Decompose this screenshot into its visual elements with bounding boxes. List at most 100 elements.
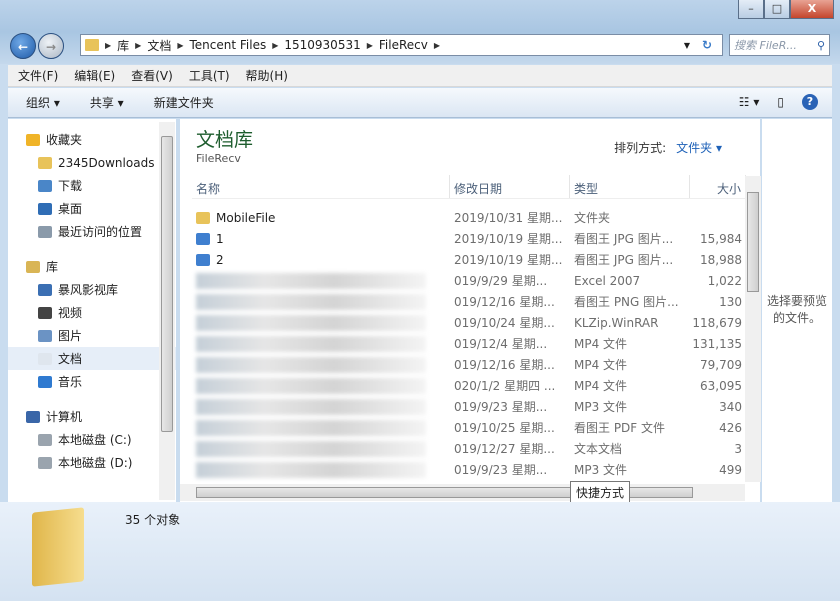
back-button[interactable]: ←	[10, 33, 36, 59]
file-date: 019/12/16 星期...	[454, 358, 555, 372]
sidebar-item[interactable]: 文档	[8, 347, 176, 370]
menu-0[interactable]: 文件(F)	[18, 67, 58, 84]
preview-pane-icon[interactable]: ▯	[777, 95, 784, 109]
file-name-cell	[192, 398, 450, 415]
column-size[interactable]: 大小	[690, 175, 746, 198]
navigation-scrollbar[interactable]	[159, 122, 175, 500]
maximize-button[interactable]: □	[764, 0, 790, 19]
breadcrumb-item[interactable]: FileRecv	[379, 38, 428, 52]
table-row[interactable]: 019/12/16 星期... 看图王 PNG 图片... 130	[192, 291, 746, 312]
menu-1[interactable]: 编辑(E)	[74, 67, 115, 84]
file-list-horizontal-scrollbar[interactable]	[180, 484, 745, 501]
table-row[interactable]: MobileFile 2019/10/31 星期... 文件夹	[192, 207, 746, 228]
menu-4[interactable]: 帮助(H)	[246, 67, 288, 84]
file-type: 看图王 JPG 图片...	[574, 232, 674, 246]
table-row[interactable]: 019/12/16 星期... MP4 文件 79,709	[192, 354, 746, 375]
forward-button[interactable]: →	[38, 33, 64, 59]
table-row[interactable]: 019/12/4 星期... MP4 文件 131,135	[192, 333, 746, 354]
file-name-cell: MobileFile	[192, 211, 450, 225]
search-icon[interactable]: ⚲	[817, 39, 825, 52]
file-date: 019/9/23 星期...	[454, 400, 548, 414]
breadcrumb-separator-icon[interactable]: ▶	[367, 41, 373, 50]
sidebar-item[interactable]: 桌面	[8, 197, 176, 220]
breadcrumb-separator-icon[interactable]: ▶	[105, 41, 111, 50]
column-type[interactable]: 类型	[570, 175, 690, 198]
file-list-pane: 文档库 FileRecv 排列方式: 文件夹 ▾ 名称 修改日期 类型 大小 Mo…	[180, 119, 760, 502]
sidebar-item[interactable]: 本地磁盘 (C:)	[8, 428, 176, 451]
breadcrumb-item[interactable]: 文档	[147, 37, 171, 54]
sidebar-item[interactable]: 2345Downloads	[8, 151, 176, 174]
breadcrumb-separator-icon[interactable]: ▶	[272, 41, 278, 50]
organize-button[interactable]: 组织 ▾	[26, 94, 60, 111]
desktop-icon	[38, 202, 52, 215]
sidebar-item[interactable]: 暴风影视库	[8, 278, 176, 301]
sidebar-item-label: 下载	[58, 179, 83, 193]
breadcrumb-item[interactable]: Tencent Files	[190, 38, 267, 52]
file-date: 019/12/16 星期...	[454, 295, 555, 309]
help-icon[interactable]: ?	[802, 94, 818, 110]
jpg-icon	[196, 253, 210, 266]
sidebar-item-label: 本地磁盘 (C:)	[58, 433, 132, 447]
file-type: 看图王 PDF 文件	[574, 421, 666, 435]
sidebar-item[interactable]: 下载	[8, 174, 176, 197]
item-count: 35 个对象	[125, 513, 181, 527]
table-row[interactable]: 019/10/24 星期... KLZip.WinRAR 118,679	[192, 312, 746, 333]
file-type: 文本文档	[574, 442, 623, 456]
menu-3[interactable]: 工具(T)	[189, 67, 230, 84]
redacted-name	[196, 419, 426, 436]
refresh-icon[interactable]: ↻	[702, 38, 712, 52]
address-bar[interactable]: ▶ 库 ▶ 文档 ▶ Tencent Files ▶ 1510930531 ▶ FileRecv ▶…	[80, 34, 723, 56]
table-row[interactable]: 020/1/2 星期四 ... MP4 文件 63,095	[192, 375, 746, 396]
file-type: MP4 文件	[574, 358, 628, 372]
search-input[interactable]: 搜索 FileR... ⚲	[729, 34, 830, 56]
file-type: 文件夹	[574, 211, 611, 225]
sidebar-item[interactable]: 视频	[8, 301, 176, 324]
breadcrumb-separator-icon[interactable]: ▶	[135, 41, 141, 50]
close-button[interactable]: X	[790, 0, 834, 19]
minimize-button[interactable]: –	[738, 0, 764, 19]
column-name[interactable]: 名称	[192, 175, 450, 198]
table-row[interactable]: 019/10/25 星期... 看图王 PDF 文件 426	[192, 417, 746, 438]
menu-2[interactable]: 查看(V)	[131, 67, 173, 84]
file-type: MP3 文件	[574, 463, 628, 477]
sidebar-item-label: 2345Downloads	[58, 155, 155, 170]
command-bar: 组织 ▾ 共享 ▾ 新建文件夹 ☷ ▾ ▯ ?	[8, 88, 832, 118]
sidebar-item[interactable]: 音乐	[8, 370, 176, 393]
breadcrumb-separator-icon[interactable]: ▶	[177, 41, 183, 50]
sidebar-item-label: 最近访问的位置	[58, 225, 143, 239]
table-row[interactable]: 019/9/23 星期... MP3 文件 499	[192, 459, 746, 480]
table-row[interactable]: 2 2019/10/19 星期... 看图王 JPG 图片... 18,988	[192, 249, 746, 270]
file-date: 020/1/2 星期四 ...	[454, 379, 556, 393]
recent-icon	[38, 225, 52, 238]
table-row[interactable]: 019/12/27 星期... 文本文档 3	[192, 438, 746, 459]
sidebar-item[interactable]: 图片	[8, 324, 176, 347]
arrange-label: 排列方式:	[614, 141, 667, 155]
breadcrumb-separator-icon[interactable]: ▶	[434, 41, 440, 50]
table-row[interactable]: 1 2019/10/19 星期... 看图王 JPG 图片... 15,984	[192, 228, 746, 249]
file-date: 019/12/4 星期...	[454, 337, 548, 351]
sidebar-item[interactable]: 库	[8, 255, 176, 278]
arrange-dropdown[interactable]: 文件夹 ▾	[676, 141, 722, 155]
library-icon	[26, 260, 40, 273]
breadcrumb-item[interactable]: 1510930531	[284, 38, 360, 52]
file-size: 63,095	[700, 378, 742, 393]
address-dropdown-icon[interactable]: ▼	[684, 41, 690, 50]
column-date[interactable]: 修改日期	[450, 175, 570, 198]
sidebar-item[interactable]: 收藏夹	[8, 128, 176, 151]
file-name-cell	[192, 419, 450, 436]
table-row[interactable]: 019/9/29 星期... Excel 2007 1,022	[192, 270, 746, 291]
file-list-vertical-scrollbar[interactable]	[745, 176, 761, 482]
sidebar-item[interactable]: 本地磁盘 (D:)	[8, 451, 176, 474]
sidebar-item[interactable]: 计算机	[8, 405, 176, 428]
view-options-icon[interactable]: ☷ ▾	[739, 95, 760, 109]
breadcrumb-item[interactable]: 库	[117, 37, 129, 54]
share-button[interactable]: 共享 ▾	[90, 94, 124, 111]
new-folder-button[interactable]: 新建文件夹	[154, 94, 214, 111]
file-name-cell: 1	[192, 232, 450, 246]
file-size: 131,135	[692, 336, 742, 351]
sidebar-item-label: 文档	[58, 352, 83, 366]
sidebar-item[interactable]: 最近访问的位置	[8, 220, 176, 243]
table-row[interactable]: 019/9/23 星期... MP3 文件 340	[192, 396, 746, 417]
